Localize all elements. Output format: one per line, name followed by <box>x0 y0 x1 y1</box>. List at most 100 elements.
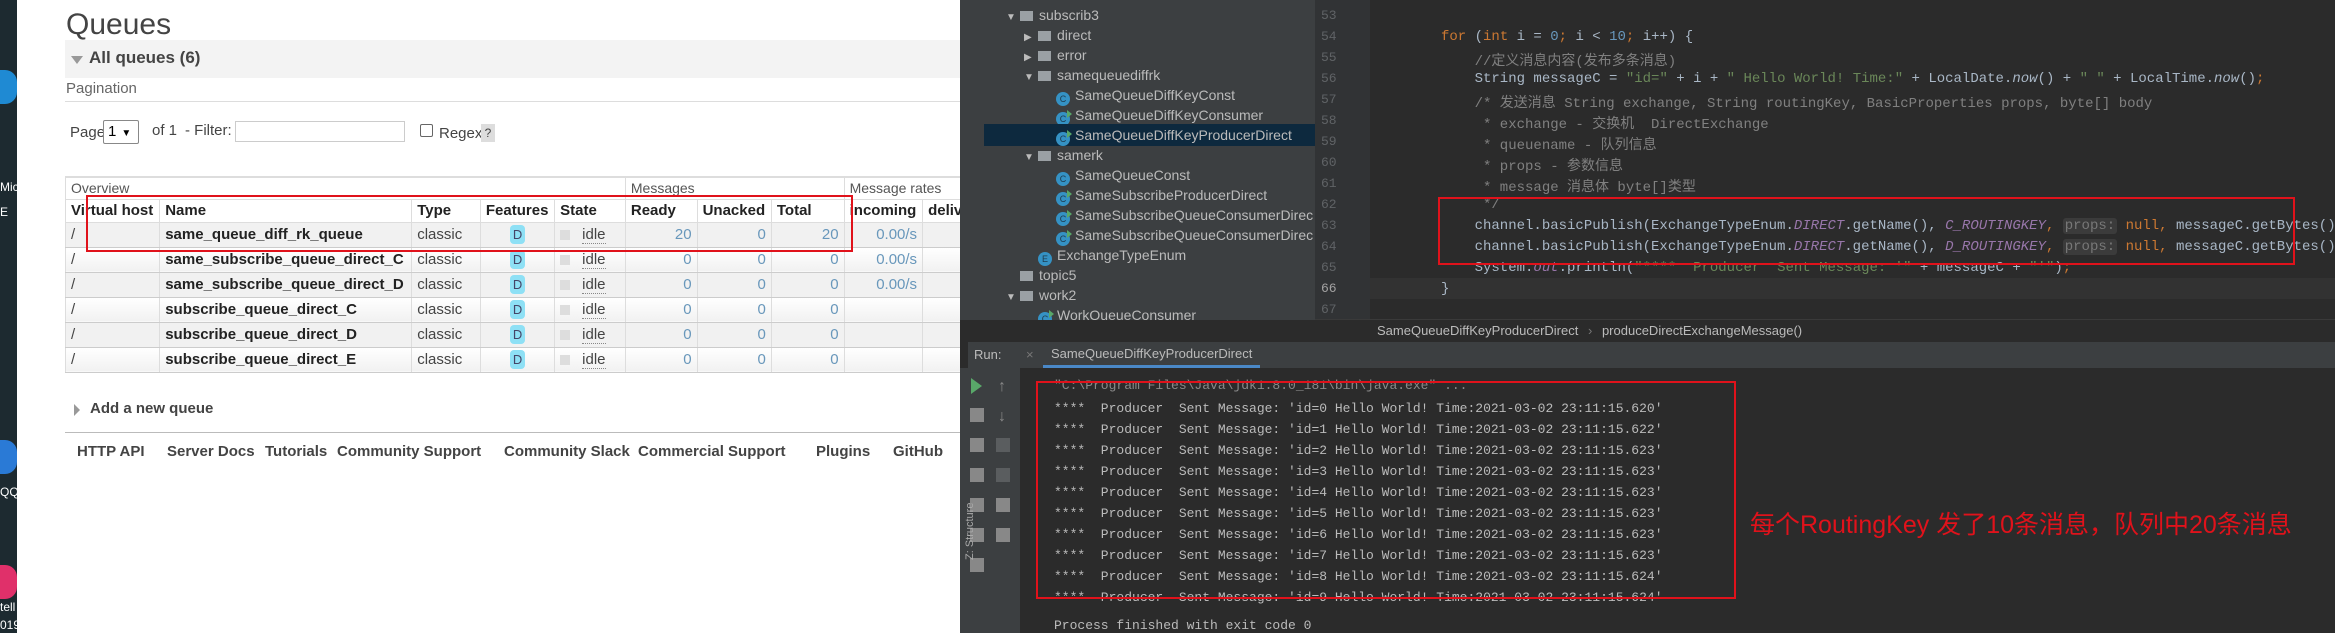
structure-tool-tab[interactable]: Z: Structure <box>964 503 976 560</box>
vhost-cell: / <box>64 297 161 323</box>
stop-icon[interactable] <box>970 408 984 422</box>
code-token: //定义消息内容(发布多条消息) <box>1441 54 1677 70</box>
close-icon[interactable]: × <box>1026 347 1034 362</box>
line-number: 53 <box>1321 8 1337 23</box>
footer-link[interactable]: Tutorials <box>265 443 327 460</box>
tree-item-label: ExchangeTypeEnum <box>1057 247 1187 263</box>
queue-name-link[interactable]: subscribe_queue_direct_C <box>159 297 413 323</box>
tree-item[interactable]: C SameSubscribeQueueConsumerDirec <box>1042 224 1313 246</box>
down-arrow-icon[interactable]: ↓ <box>998 408 1006 426</box>
footer-link[interactable]: Server Docs <box>167 443 255 460</box>
ready-cell: 0 <box>624 322 698 348</box>
chevron-down-icon: ▼ <box>121 128 132 139</box>
code-token: /* 发送消息 String exchange, String routingK… <box>1441 96 2153 112</box>
camera-icon[interactable] <box>970 438 984 452</box>
queue-name-link[interactable]: subscribe_queue_direct_E <box>159 347 413 373</box>
state-label: idle <box>582 276 606 294</box>
tree-item[interactable]: C SameSubscribeQueueConsumerDirec <box>1042 204 1313 226</box>
expand-triangle-icon[interactable] <box>74 404 80 416</box>
debug-icon[interactable] <box>970 468 984 482</box>
table-row[interactable]: / subscribe_queue_direct_C classic Didle 0 0 0 <box>64 297 960 323</box>
footer-link[interactable]: Commercial Support <box>638 443 786 460</box>
page-select-value: 1 <box>108 123 117 140</box>
tree-item[interactable]: ▼ subscrib3 <box>1006 4 1099 26</box>
rerun-icon[interactable] <box>971 378 982 394</box>
desktop-label: Mic <box>0 180 17 194</box>
folder-icon <box>1020 291 1033 301</box>
expanded-arrow-icon[interactable]: ▼ <box>1024 67 1038 89</box>
queue-name-link[interactable]: subscribe_queue_direct_D <box>159 322 413 348</box>
code-editor[interactable]: for (int i = 0; i < 10; i++) { //定义消息内容(… <box>1370 0 2335 320</box>
state-label: idle <box>582 326 606 344</box>
filter-input[interactable] <box>235 121 405 142</box>
run-side-toolbar: ↑ ↓ <box>960 368 1020 633</box>
footer-link[interactable]: HTTP API <box>77 443 145 460</box>
regex-help-button[interactable]: ? <box>481 124 495 142</box>
code-token: String messageC = <box>1441 71 1626 87</box>
breadcrumb-method[interactable]: produceDirectExchangeMessage() <box>1602 323 1802 338</box>
table-row[interactable]: / subscribe_queue_direct_E classic Didle 0 0 0 <box>64 347 960 373</box>
run-tab[interactable]: SameQueueDiffKeyProducerDirect <box>1043 342 1261 368</box>
incoming-cell: 0.00/s <box>843 272 924 298</box>
code-token: * message 消息体 byte[]类型 <box>1441 180 1696 196</box>
soft-wrap-icon[interactable] <box>996 438 1010 452</box>
footer-link[interactable]: Community Slack <box>504 443 630 460</box>
ready-cell: 0 <box>624 347 698 373</box>
regex-checkbox[interactable] <box>420 124 433 137</box>
code-line: //定义消息内容(发布多条消息) <box>1441 50 1677 70</box>
state-label: idle <box>582 351 606 369</box>
tree-item[interactable]: ▼ samerk <box>1024 144 1103 166</box>
tree-item[interactable]: ▼ work2 <box>1006 284 1076 306</box>
tree-item[interactable]: C SameQueueDiffKeyConsumer <box>1042 104 1263 126</box>
tree-item[interactable]: ▼ samequeuediffrk <box>1024 64 1160 86</box>
code-token: ( <box>1474 29 1484 45</box>
tree-item[interactable]: E ExchangeTypeEnum <box>1024 244 1186 266</box>
code-token: * exchange - 交换机 DirectExchange <box>1441 117 1769 133</box>
folder-icon <box>1038 51 1051 61</box>
expanded-arrow-icon[interactable]: ▼ <box>1024 147 1038 169</box>
deliver-cell <box>922 322 960 348</box>
page-select[interactable]: 1 ▼ <box>103 120 139 144</box>
tree-item-label: error <box>1057 47 1087 63</box>
edge-icon[interactable] <box>0 70 17 104</box>
code-token: 0 <box>1550 29 1559 45</box>
tree-item[interactable]: C SameQueueDiffKeyProducerDirect <box>984 124 1315 146</box>
incoming-cell <box>843 347 924 373</box>
footer-link[interactable]: Plugins <box>816 443 870 460</box>
code-token: " " <box>2079 71 2105 87</box>
all-queues-heading[interactable]: All queues (6) <box>89 48 200 68</box>
tree-item[interactable]: C SameSubscribeProducerDirect <box>1042 184 1267 206</box>
trash-icon[interactable] <box>996 528 1010 542</box>
table-row[interactable]: / same_subscribe_queue_direct_D classic Did… <box>64 272 960 298</box>
qq-icon[interactable] <box>0 440 17 474</box>
queue-name-link[interactable]: same_subscribe_queue_direct_D <box>159 272 413 298</box>
tree-item[interactable]: ▶ direct <box>1024 24 1091 46</box>
tree-item[interactable]: C WorkQueueConsumer <box>1024 304 1196 320</box>
add-queue-toggle[interactable]: Add a new queue <box>90 400 213 417</box>
expanded-arrow-icon[interactable]: ▼ <box>1006 7 1020 29</box>
tree-item[interactable]: C SameQueueConst <box>1042 164 1190 186</box>
up-arrow-icon[interactable]: ↑ <box>998 378 1006 396</box>
durable-badge: D <box>509 250 526 269</box>
column-header[interactable]: deliver / g <box>922 199 960 223</box>
scroll-to-end-icon[interactable] <box>996 468 1010 482</box>
table-row[interactable]: / subscribe_queue_direct_D classic Didle 0 0 0 <box>64 322 960 348</box>
incoming-cell <box>843 297 924 323</box>
column-header[interactable]: incoming <box>843 199 924 223</box>
breadcrumb-separator-icon: › <box>1587 323 1593 338</box>
tree-item[interactable]: C SameQueueDiffKeyConst <box>1042 84 1235 106</box>
tree-item[interactable]: ▶ error <box>1024 44 1087 66</box>
footer-link[interactable]: GitHub <box>893 443 943 460</box>
total-cell: 0 <box>770 272 845 298</box>
print-icon[interactable] <box>996 498 1010 512</box>
footer-link[interactable]: Community Support <box>337 443 481 460</box>
unacked-cell: 0 <box>696 322 772 348</box>
breadcrumb-class[interactable]: SameQueueDiffKeyProducerDirect <box>1377 323 1578 338</box>
expanded-arrow-icon[interactable]: ▼ <box>1006 287 1020 309</box>
tree-item[interactable]: topic5 <box>1006 264 1076 286</box>
incoming-cell <box>843 322 924 348</box>
collapse-triangle-icon[interactable] <box>71 56 83 64</box>
pin-icon[interactable] <box>970 558 984 572</box>
code-token: i < <box>1575 29 1610 45</box>
intellij-icon[interactable] <box>0 565 17 599</box>
